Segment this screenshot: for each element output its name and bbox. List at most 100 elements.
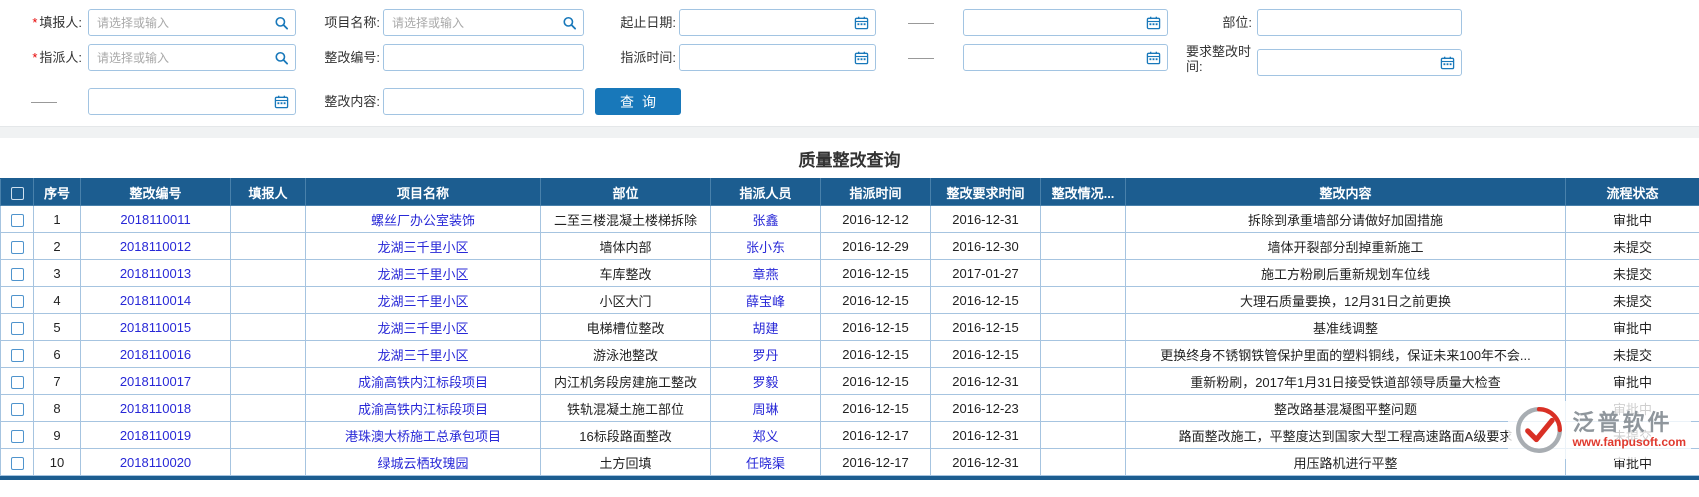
cell-code-link[interactable]: 2018110020 [81,449,231,476]
cell-content: 重新粉刷，2017年1月31日接受铁道部领导质量大检查 [1126,368,1566,395]
cell-reporter [231,422,306,449]
vendor-name: 泛普软件 [1572,410,1686,435]
assigner-field [88,44,296,71]
cell-project-link[interactable]: 龙湖三千里小区 [306,233,541,260]
row-checkbox-cell [1,260,34,287]
cell-code-link[interactable]: 2018110014 [81,287,231,314]
calendar-icon[interactable] [1146,50,1161,65]
cell-assignee-link[interactable]: 罗丹 [711,341,821,368]
search-button[interactable]: 查询 [595,88,681,115]
row-checkbox[interactable] [11,376,24,389]
row-checkbox[interactable] [11,322,24,335]
table-row: 1 2018110011 螺丝厂办公室装饰 二至三楼混凝土楼梯拆除 张鑫 201… [1,206,1699,233]
row-checkbox[interactable] [11,268,24,281]
cell-assignee-link[interactable]: 周琳 [711,395,821,422]
cell-assignee-link[interactable]: 郑义 [711,422,821,449]
assign-time-start-input[interactable] [680,45,875,70]
cell-situation [1041,314,1126,341]
fanpu-logo-icon [1513,404,1565,456]
cell-assignee-link[interactable]: 章燕 [711,260,821,287]
cell-project-link[interactable]: 港珠澳大桥施工总承包项目 [306,422,541,449]
cell-seq: 10 [34,449,81,476]
cell-code-link[interactable]: 2018110012 [81,233,231,260]
cell-assignee-link[interactable]: 张鑫 [711,206,821,233]
page-title: 质量整改查询 [0,138,1699,178]
row-checkbox[interactable] [11,457,24,470]
cell-project-link[interactable]: 成渝高铁内江标段项目 [306,395,541,422]
cell-location: 土方回填 [541,449,711,476]
search-icon[interactable] [274,15,289,30]
table-header: 序号 整改编号 填报人 项目名称 部位 指派人员 指派时间 整改要求时间 整改情… [1,179,1699,206]
cell-assignee-link[interactable]: 胡建 [711,314,821,341]
cell-reporter [231,233,306,260]
date-range-end-input[interactable] [964,10,1167,35]
row-checkbox[interactable] [11,241,24,254]
cell-project-link[interactable]: 龙湖三千里小区 [306,287,541,314]
require-time-end-input[interactable] [89,89,295,114]
cell-code-link[interactable]: 2018110018 [81,395,231,422]
cell-require-date: 2016-12-31 [931,449,1041,476]
project-name-label: 项目名称: [302,9,380,37]
cell-status: 审批中 [1566,368,1699,395]
col-header-reporter: 填报人 [231,179,306,206]
date-range-start-field [679,9,876,36]
date-range-start-input[interactable] [680,10,875,35]
section-divider [0,126,1699,138]
cell-situation [1041,206,1126,233]
search-icon[interactable] [562,15,577,30]
cell-code-link[interactable]: 2018110015 [81,314,231,341]
location-label: 部位: [1186,9,1252,37]
cell-seq: 9 [34,422,81,449]
cell-assignee-link[interactable]: 薛宝峰 [711,287,821,314]
cell-project-link[interactable]: 龙湖三千里小区 [306,314,541,341]
require-time-field [1257,49,1462,76]
location-input[interactable] [1258,10,1461,35]
cell-assignee-link[interactable]: 罗毅 [711,368,821,395]
calendar-icon[interactable] [1146,15,1161,30]
cell-content: 拆除到承重墙部分请做好加固措施 [1126,206,1566,233]
row-checkbox[interactable] [11,349,24,362]
cell-assignee-link[interactable]: 任晓渠 [711,449,821,476]
row-checkbox[interactable] [11,295,24,308]
table-row: 7 2018110017 成渝高铁内江标段项目 内江机务段房建施工整改 罗毅 2… [1,368,1699,395]
cell-code-link[interactable]: 2018110017 [81,368,231,395]
cell-assign-date: 2016-12-29 [821,233,931,260]
reporter-input[interactable] [89,10,295,35]
cell-code-link[interactable]: 2018110016 [81,341,231,368]
cell-assign-date: 2016-12-15 [821,314,931,341]
row-checkbox[interactable] [11,430,24,443]
cell-project-link[interactable]: 龙湖三千里小区 [306,341,541,368]
calendar-icon[interactable] [1440,55,1455,70]
cell-reporter [231,368,306,395]
rectify-content-input[interactable] [384,89,583,114]
col-header-require-date: 整改要求时间 [931,179,1041,206]
cell-assignee-link[interactable]: 张小东 [711,233,821,260]
cell-project-link[interactable]: 龙湖三千里小区 [306,260,541,287]
cell-code-link[interactable]: 2018110019 [81,422,231,449]
row-checkbox[interactable] [11,403,24,416]
cell-code-link[interactable]: 2018110011 [81,206,231,233]
cell-content: 整改路基混凝图平整问题 [1126,395,1566,422]
rectify-code-input[interactable] [384,45,583,70]
cell-content: 更换终身不锈钢铁管保护里面的塑料铜线，保证未来100年不会... [1126,341,1566,368]
cell-assign-date: 2016-12-17 [821,422,931,449]
row-checkbox[interactable] [11,214,24,227]
row-checkbox-cell [1,449,34,476]
cell-project-link[interactable]: 螺丝厂办公室装饰 [306,206,541,233]
cell-project-link[interactable]: 成渝高铁内江标段项目 [306,368,541,395]
search-icon[interactable] [274,50,289,65]
cell-assign-date: 2016-12-15 [821,260,931,287]
cell-project-link[interactable]: 绿城云栖玫瑰园 [306,449,541,476]
calendar-icon[interactable] [854,15,869,30]
project-name-input[interactable] [384,10,583,35]
select-all-checkbox[interactable] [11,187,24,200]
cell-code-link[interactable]: 2018110013 [81,260,231,287]
assign-time-end-input[interactable] [964,45,1167,70]
date-range-end-field [963,9,1168,36]
calendar-icon[interactable] [274,94,289,109]
assigner-input[interactable] [89,45,295,70]
cell-situation [1041,368,1126,395]
require-time-input[interactable] [1258,50,1461,75]
vendor-url: www.fanpusoft.com [1572,436,1686,450]
calendar-icon[interactable] [854,50,869,65]
